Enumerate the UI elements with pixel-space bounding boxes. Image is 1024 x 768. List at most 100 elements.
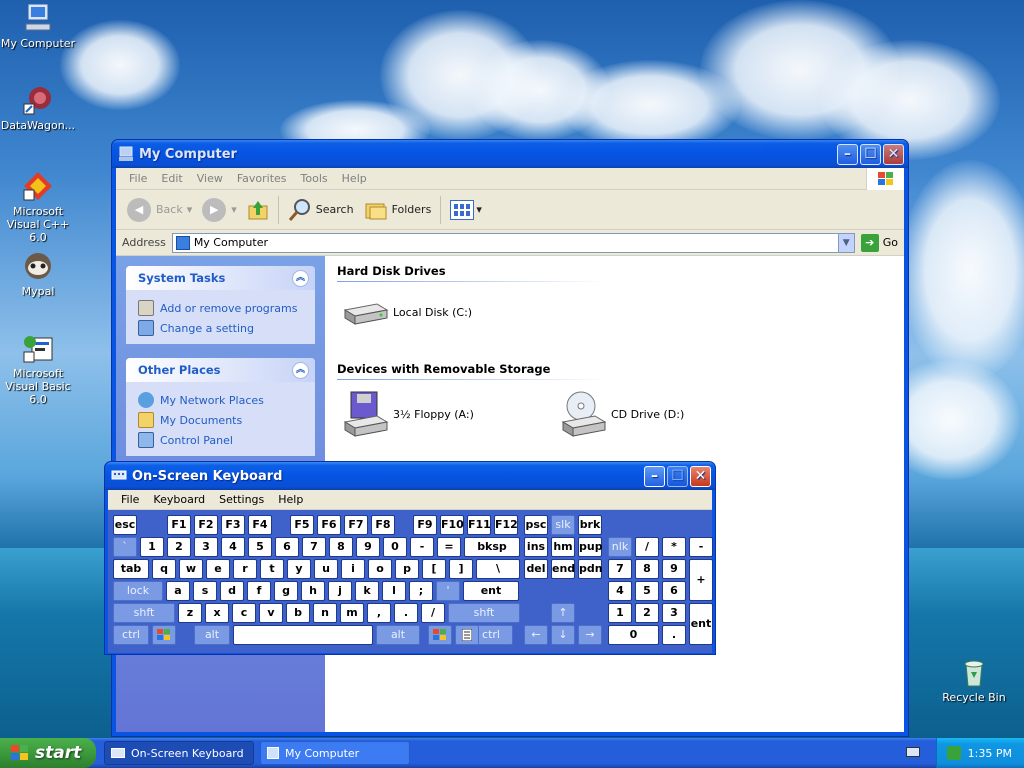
change-setting-link[interactable]: Change a setting bbox=[138, 318, 303, 338]
back-button[interactable]: ◀ Back ▾ bbox=[122, 196, 197, 224]
key-y-2-6[interactable]: y bbox=[287, 559, 311, 579]
key-shft-4-0[interactable]: shft bbox=[113, 603, 175, 623]
key-F7-0-7[interactable]: F7 bbox=[344, 515, 368, 535]
key-sym-4-10[interactable]: / bbox=[421, 603, 445, 623]
key-ent-4-16[interactable]: ent bbox=[689, 603, 713, 645]
key-psc-0-13[interactable]: psc bbox=[524, 515, 548, 535]
desktop-icon-datawagon[interactable]: DataWagon... bbox=[0, 84, 78, 132]
key-sym-4-9[interactable]: . bbox=[394, 603, 418, 623]
key-sym-1-18[interactable]: / bbox=[635, 537, 659, 557]
address-field[interactable]: My Computer ▼ bbox=[171, 232, 855, 253]
key-c-4-3[interactable]: c bbox=[232, 603, 256, 623]
minimize-button[interactable]: – bbox=[644, 465, 665, 487]
key-F12-0-12[interactable]: F12 bbox=[494, 515, 518, 535]
forward-button[interactable]: ▶ ▾ bbox=[197, 196, 242, 224]
key-alt-5-1[interactable]: alt bbox=[194, 625, 230, 645]
key-del-2-14[interactable]: del bbox=[524, 559, 548, 579]
menu-view[interactable]: View bbox=[190, 172, 230, 185]
floppy-drive-a[interactable]: 3½ Floppy (A:) bbox=[341, 390, 474, 438]
key-5-1-5[interactable]: 5 bbox=[248, 537, 272, 557]
key-alt-5-2[interactable]: alt bbox=[376, 625, 420, 645]
key-n-4-6[interactable]: n bbox=[313, 603, 337, 623]
key-p-2-10[interactable]: p bbox=[395, 559, 419, 579]
key-3-1-3[interactable]: 3 bbox=[194, 537, 218, 557]
up-folder-button[interactable] bbox=[242, 197, 274, 223]
key-F4-0-4[interactable]: F4 bbox=[248, 515, 272, 535]
key-s-3-2[interactable]: s bbox=[193, 581, 217, 601]
key-m-4-7[interactable]: m bbox=[340, 603, 364, 623]
title-bar[interactable]: My Computer – ☐ ✕ bbox=[112, 140, 908, 168]
minimize-button[interactable]: – bbox=[837, 143, 858, 165]
osk-menu-file[interactable]: File bbox=[114, 493, 146, 506]
key-ent-3-12[interactable]: ent bbox=[463, 581, 519, 601]
key-l-3-9[interactable]: l bbox=[382, 581, 406, 601]
key-g-3-5[interactable]: g bbox=[274, 581, 298, 601]
folders-button[interactable]: Folders bbox=[359, 197, 437, 223]
close-button[interactable]: ✕ bbox=[883, 143, 904, 165]
key-o-2-9[interactable]: o bbox=[368, 559, 392, 579]
key-8-2-18[interactable]: 8 bbox=[635, 559, 659, 579]
key-F9-0-9[interactable]: F9 bbox=[413, 515, 437, 535]
key-sym-3-10[interactable]: ; bbox=[409, 581, 433, 601]
key-bksp-1-13[interactable]: bksp bbox=[464, 537, 520, 557]
key-shft-4-11[interactable]: shft bbox=[448, 603, 520, 623]
my-documents-link[interactable]: My Documents bbox=[138, 410, 303, 430]
key-x-4-2[interactable]: x bbox=[205, 603, 229, 623]
key-1-1-1[interactable]: 1 bbox=[140, 537, 164, 557]
key-7-2-17[interactable]: 7 bbox=[608, 559, 632, 579]
key-j-3-7[interactable]: j bbox=[328, 581, 352, 601]
key-sym-1-12[interactable]: = bbox=[437, 537, 461, 557]
address-dropdown-button[interactable]: ▼ bbox=[837, 233, 854, 252]
key-F2-0-2[interactable]: F2 bbox=[194, 515, 218, 535]
my-network-places-link[interactable]: My Network Places bbox=[138, 390, 303, 410]
key-h-3-6[interactable]: h bbox=[301, 581, 325, 601]
key-F11-0-11[interactable]: F11 bbox=[467, 515, 491, 535]
key-F3-0-3[interactable]: F3 bbox=[221, 515, 245, 535]
key-F5-0-5[interactable]: F5 bbox=[290, 515, 314, 535]
desktop-icon-visual-cpp[interactable]: Microsoft Visual C++ 6.0 bbox=[0, 170, 78, 244]
key-b-4-5[interactable]: b bbox=[286, 603, 310, 623]
key-t-2-5[interactable]: t bbox=[260, 559, 284, 579]
key-sym-1-19[interactable]: * bbox=[662, 537, 686, 557]
key-sym-2-11[interactable]: [ bbox=[422, 559, 446, 579]
osk-title-bar[interactable]: On-Screen Keyboard – ☐ ✕ bbox=[105, 462, 715, 490]
key-q-2-1[interactable]: q bbox=[152, 559, 176, 579]
key-sym-2-12[interactable]: ] bbox=[449, 559, 473, 579]
cd-drive-d[interactable]: CD Drive (D:) bbox=[559, 390, 684, 438]
key-windows-left[interactable] bbox=[152, 625, 176, 645]
system-tasks-header[interactable]: System Tasks ︽ bbox=[126, 266, 315, 290]
key-2-1-2[interactable]: 2 bbox=[167, 537, 191, 557]
key-0-1-10[interactable]: 0 bbox=[383, 537, 407, 557]
key-5-3-14[interactable]: 5 bbox=[635, 581, 659, 601]
key-F6-0-6[interactable]: F6 bbox=[317, 515, 341, 535]
key-brk-0-15[interactable]: brk bbox=[578, 515, 602, 535]
key-sym-1-0[interactable]: ` bbox=[113, 537, 137, 557]
close-button[interactable]: ✕ bbox=[690, 465, 711, 487]
local-disk-c[interactable]: Local Disk (C:) bbox=[341, 296, 472, 328]
key-3-4-15[interactable]: 3 bbox=[662, 603, 686, 623]
key-sym-5-8[interactable]: . bbox=[662, 625, 686, 645]
key-slk-0-14[interactable]: slk bbox=[551, 515, 575, 535]
taskbar-osk[interactable]: On-Screen Keyboard bbox=[104, 741, 254, 765]
key-sym-2-20[interactable]: + bbox=[689, 559, 713, 601]
collapse-chevron-icon[interactable]: ︽ bbox=[292, 361, 309, 379]
key-2-4-14[interactable]: 2 bbox=[635, 603, 659, 623]
add-remove-programs-link[interactable]: Add or remove programs bbox=[138, 298, 303, 318]
key-application[interactable] bbox=[455, 625, 479, 645]
desktop-icon-mypal[interactable]: Mypal bbox=[0, 250, 78, 298]
key-tab-2-0[interactable]: tab bbox=[113, 559, 149, 579]
control-panel-link[interactable]: Control Panel bbox=[138, 430, 303, 450]
osk-menu-help[interactable]: Help bbox=[271, 493, 310, 506]
key-ins-1-14[interactable]: ins bbox=[524, 537, 548, 557]
key-esc-0-0[interactable]: esc bbox=[113, 515, 137, 535]
osk-menu-settings[interactable]: Settings bbox=[212, 493, 271, 506]
key-windows-right[interactable] bbox=[428, 625, 452, 645]
key-i-2-8[interactable]: i bbox=[341, 559, 365, 579]
key-pup-1-16[interactable]: pup bbox=[578, 537, 603, 557]
key-1-4-13[interactable]: 1 bbox=[608, 603, 632, 623]
key-9-2-19[interactable]: 9 bbox=[662, 559, 686, 579]
key-sym-3-11[interactable]: ' bbox=[436, 581, 460, 601]
maximize-button[interactable]: ☐ bbox=[860, 143, 881, 165]
key-9-1-9[interactable]: 9 bbox=[356, 537, 380, 557]
key-nlk-1-17[interactable]: nlk bbox=[608, 537, 632, 557]
